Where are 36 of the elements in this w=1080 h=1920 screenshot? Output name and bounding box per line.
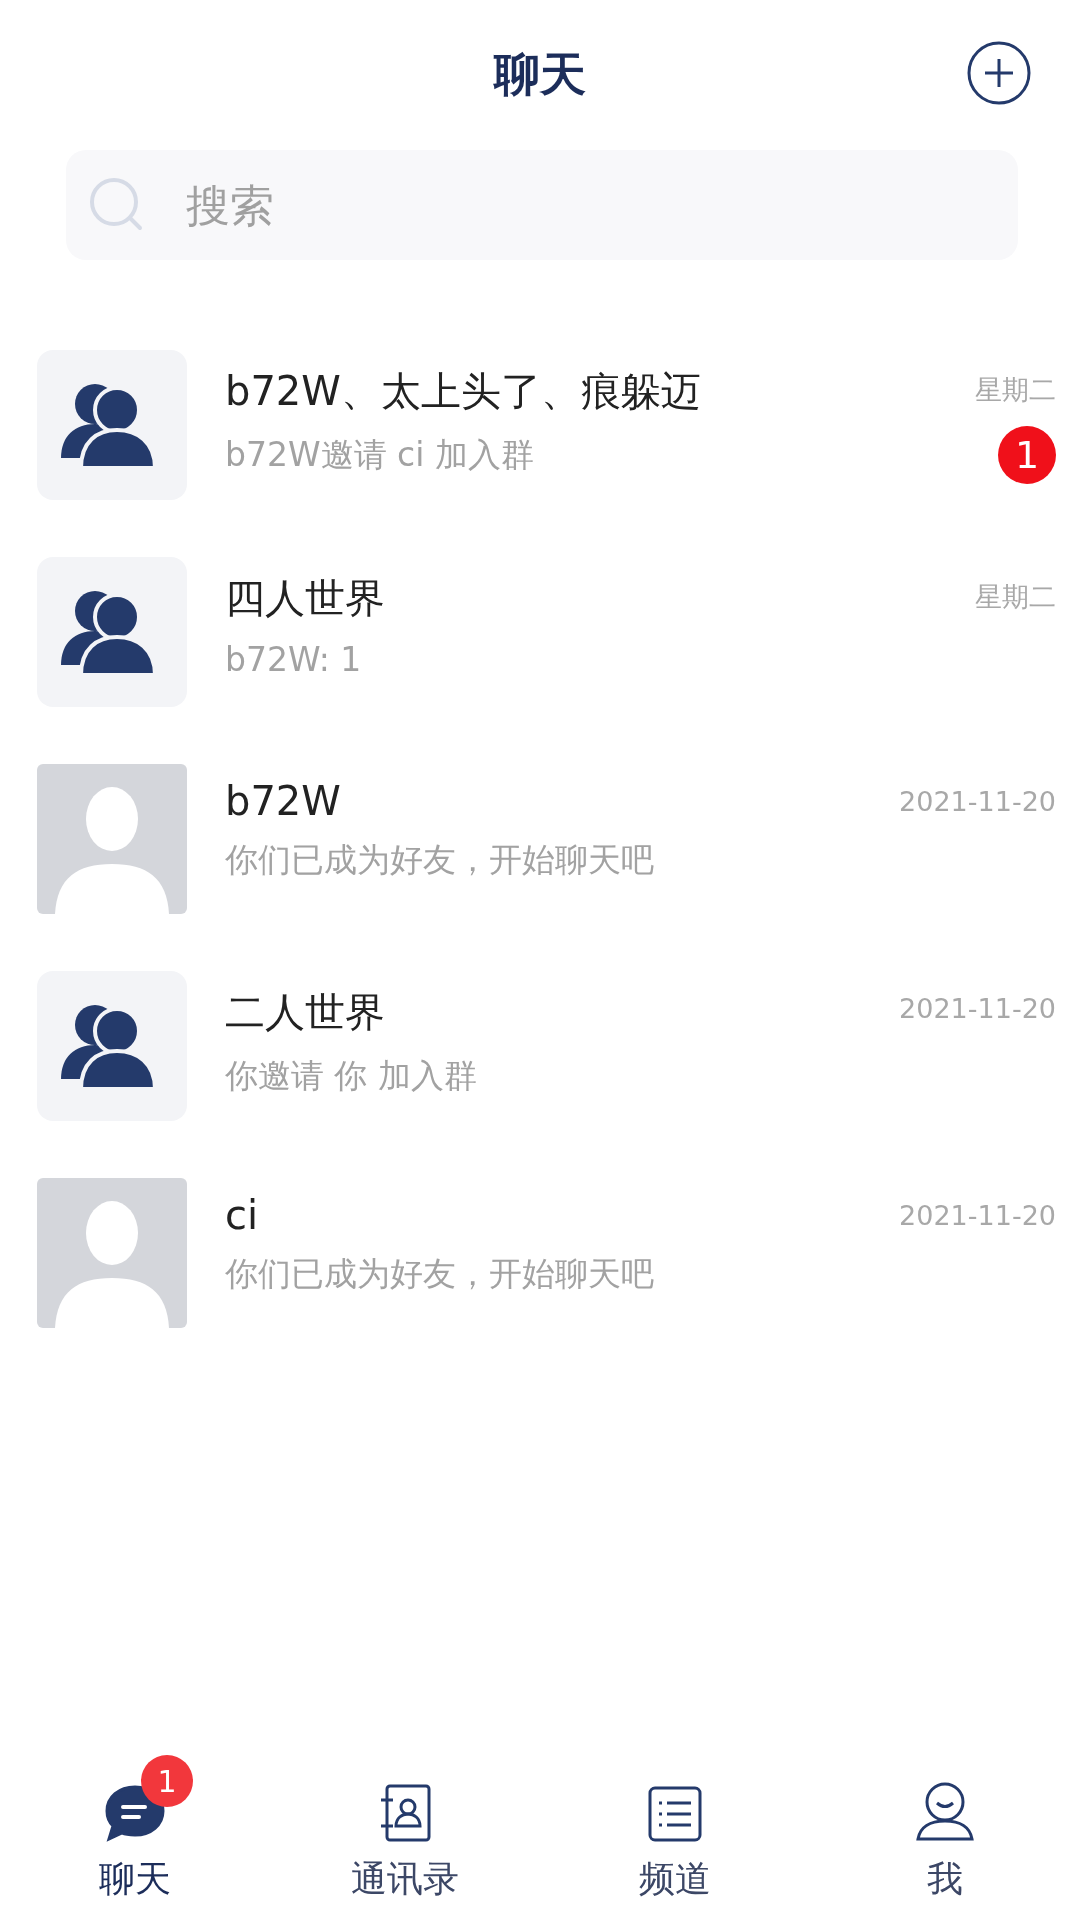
add-button[interactable] xyxy=(966,40,1032,106)
group-avatar-icon xyxy=(37,557,187,707)
person-avatar-icon xyxy=(37,1178,187,1328)
unread-badge: 1 xyxy=(141,1755,193,1807)
chat-time: 2021-11-20 xyxy=(899,993,1056,1024)
message-preview: 你邀请 你 加入群 xyxy=(225,1055,478,1097)
chat-time: 星期二 xyxy=(975,580,1056,614)
person-avatar-icon xyxy=(37,764,187,914)
search-field[interactable]: 搜索 xyxy=(66,150,1018,260)
chat-list-item[interactable]: 四人世界 b72W: 1 星期二 xyxy=(0,557,1080,764)
tab[interactable]: 频道 xyxy=(540,1750,810,1920)
tab[interactable]: 我 xyxy=(810,1750,1080,1920)
chat-time: 星期二 xyxy=(975,373,1056,407)
chat-list-item[interactable]: b72W、太上头了、痕躲迈 b72W邀请 ci 加入群 星期二 1 xyxy=(0,350,1080,557)
message-preview: b72W邀请 ci 加入群 xyxy=(225,434,535,476)
group-avatar-icon xyxy=(37,971,187,1121)
chat-list-item[interactable]: 二人世界 你邀请 你 加入群 2021-11-20 xyxy=(0,971,1080,1178)
chat-list-item[interactable]: ci 你们已成为好友，开始聊天吧 2021-11-20 xyxy=(0,1178,1080,1385)
list-icon xyxy=(647,1785,703,1843)
chat-name: 二人世界 xyxy=(225,988,386,1037)
chat-time: 2021-11-20 xyxy=(899,1200,1056,1231)
group-avatar-icon xyxy=(37,350,187,500)
page-title: 聊天 xyxy=(494,46,586,103)
chat-name: b72W xyxy=(225,778,342,824)
user-icon xyxy=(914,1781,976,1843)
message-preview: 你们已成为好友，开始聊天吧 xyxy=(225,839,655,881)
message-preview: b72W: 1 xyxy=(225,640,363,679)
message-preview: 你们已成为好友，开始聊天吧 xyxy=(225,1253,655,1295)
tab[interactable]: 1 聊天 xyxy=(0,1750,270,1920)
chat-name: b72W、太上头了、痕躲迈 xyxy=(225,367,702,416)
chat-time: 2021-11-20 xyxy=(899,786,1056,817)
chat-list-item[interactable]: b72W 你们已成为好友，开始聊天吧 2021-11-20 xyxy=(0,764,1080,971)
chat-name: 四人世界 xyxy=(225,574,386,623)
tab[interactable]: 通讯录 xyxy=(270,1750,540,1920)
chat-name: ci xyxy=(225,1192,260,1238)
unread-badge: 1 xyxy=(998,426,1056,484)
